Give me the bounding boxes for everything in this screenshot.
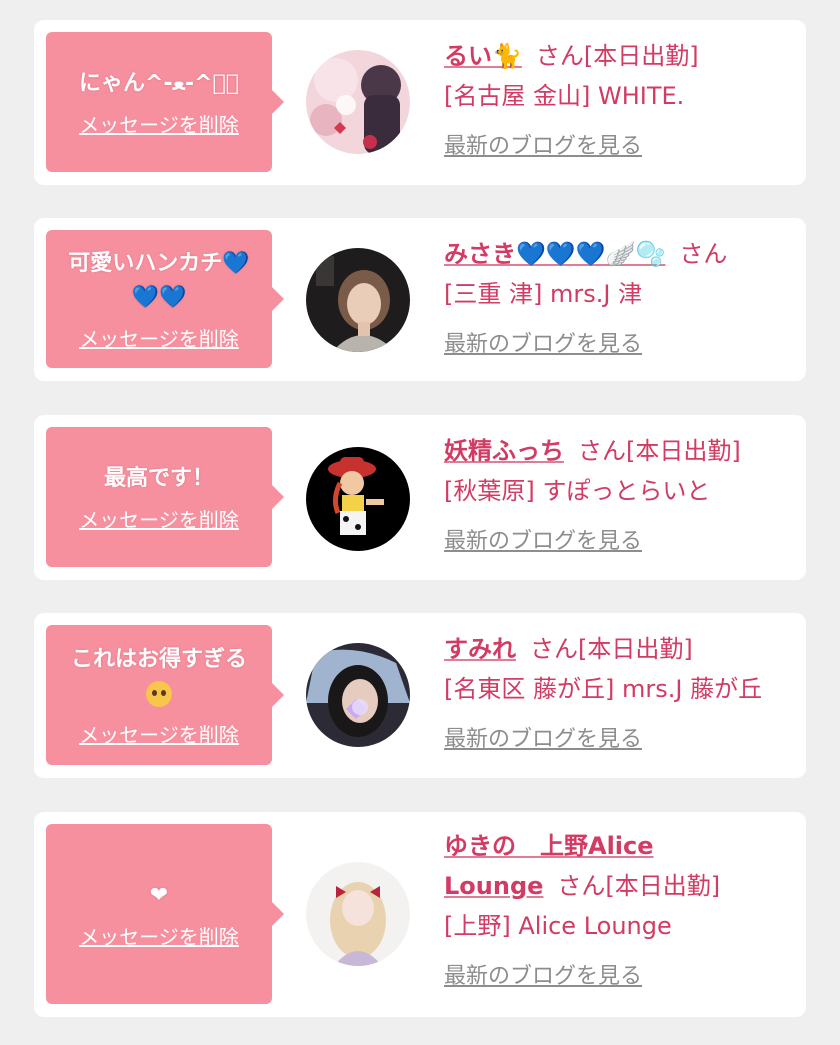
delete-message-link[interactable]: メッセージを削除 xyxy=(79,504,239,533)
favorites-message-list: にゃん^-ﻌ-^ฅ゙ メッセージを削除 るい🐈 さん[本日出勤] [名古屋 金山]… xyxy=(0,0,840,1045)
latest-blog-link[interactable]: 最新のブログを見る xyxy=(444,326,642,358)
cast-card: にゃん^-ﻌ-^ฅ゙ メッセージを削除 るい🐈 さん[本日出勤] [名古屋 金山]… xyxy=(34,20,806,185)
message-bubble: 可愛いハンカチ💙💙💙 メッセージを削除 xyxy=(46,230,284,368)
pleading-face-icon xyxy=(145,680,172,707)
cast-info: ゆきの 上野Alice Lounge さん[本日出勤] [上野] Alice Lo… xyxy=(444,826,794,990)
avatar-photo-icon xyxy=(306,50,410,154)
message-text: 可愛いハンカチ💙💙💙 xyxy=(68,250,250,310)
avatar[interactable] xyxy=(306,862,410,966)
cast-status: さん[本日出勤] xyxy=(535,42,699,70)
cast-info: 妖精ふっち さん[本日出勤] [秋葉原] すぽっとらいと 最新のブログを見る xyxy=(444,431,794,555)
shop-name: [三重 津] mrs.J 津 xyxy=(444,280,643,308)
message-bubble: これはお得すぎる メッセージを削除 xyxy=(46,625,284,765)
cast-status: さん xyxy=(679,240,728,268)
delete-message-link[interactable]: メッセージを削除 xyxy=(79,323,239,352)
cast-name-link[interactable]: 妖精ふっち xyxy=(444,437,564,465)
delete-message-link[interactable]: メッセージを削除 xyxy=(79,719,239,748)
avatar-photo-icon xyxy=(306,862,410,966)
delete-message-link[interactable]: メッセージを削除 xyxy=(79,921,239,950)
delete-message-link[interactable]: メッセージを削除 xyxy=(79,109,239,138)
message-bubble: ❤ メッセージを削除 xyxy=(46,824,284,1004)
latest-blog-link[interactable]: 最新のブログを見る xyxy=(444,523,642,555)
cast-card: これはお得すぎる メッセージを削除 すみれ さん[本日出勤] [名東区 藤が丘] … xyxy=(34,613,806,778)
cast-name-link[interactable]: すみれ xyxy=(444,635,516,663)
avatar-photo-icon xyxy=(306,643,410,747)
cast-info: すみれ さん[本日出勤] [名東区 藤が丘] mrs.J 藤が丘 最新のブログを見… xyxy=(444,629,794,753)
latest-blog-link[interactable]: 最新のブログを見る xyxy=(444,128,642,160)
message-text: 最高です！ xyxy=(103,465,214,491)
message-bubble: にゃん^-ﻌ-^ฅ゙ メッセージを削除 xyxy=(46,32,284,172)
cast-name-link[interactable]: みさき💙💙💙🪽🫧 xyxy=(444,240,665,268)
message-bubble: 最高です！ メッセージを削除 xyxy=(46,427,284,567)
latest-blog-link[interactable]: 最新のブログを見る xyxy=(444,958,642,990)
shop-name: [秋葉原] すぽっとらいと xyxy=(444,477,711,505)
shop-name: [上野] Alice Lounge xyxy=(444,912,672,940)
cast-info: みさき💙💙💙🪽🫧 さん [三重 津] mrs.J 津 最新のブログを見る xyxy=(444,234,794,358)
avatar[interactable] xyxy=(306,248,410,352)
cast-status: さん[本日出勤] xyxy=(530,635,693,663)
avatar-photo-icon xyxy=(306,447,410,551)
latest-blog-link[interactable]: 最新のブログを見る xyxy=(444,721,642,753)
avatar[interactable] xyxy=(306,50,410,154)
avatar[interactable] xyxy=(306,643,410,747)
cast-name-link[interactable]: るい🐈 xyxy=(444,42,522,70)
shop-name: [名古屋 金山] WHITE. xyxy=(444,82,685,110)
cast-status: さん[本日出勤] xyxy=(557,872,721,900)
cast-status: さん[本日出勤] xyxy=(578,437,741,465)
cast-card: ❤ メッセージを削除 ゆきの 上野Alice Lounge さん[本日出勤] [上… xyxy=(34,812,806,1017)
message-text: にゃん^-ﻌ-^ฅ゙ xyxy=(79,70,239,96)
shop-name: [名東区 藤が丘] mrs.J 藤が丘 xyxy=(444,675,763,703)
cast-info: るい🐈 さん[本日出勤] [名古屋 金山] WHITE. 最新のブログを見る xyxy=(444,36,794,160)
avatar[interactable] xyxy=(306,447,410,551)
message-text: これはお得すぎる xyxy=(70,646,247,672)
message-text: ❤ xyxy=(149,882,169,908)
avatar-photo-icon xyxy=(306,248,410,352)
cast-card: 可愛いハンカチ💙💙💙 メッセージを削除 みさき💙💙💙🪽🫧 さん [三重 津] mr… xyxy=(34,218,806,381)
cast-card: 最高です！ メッセージを削除 妖精ふっち さん[本日出勤] [秋葉原] すぽっとら… xyxy=(34,415,806,580)
